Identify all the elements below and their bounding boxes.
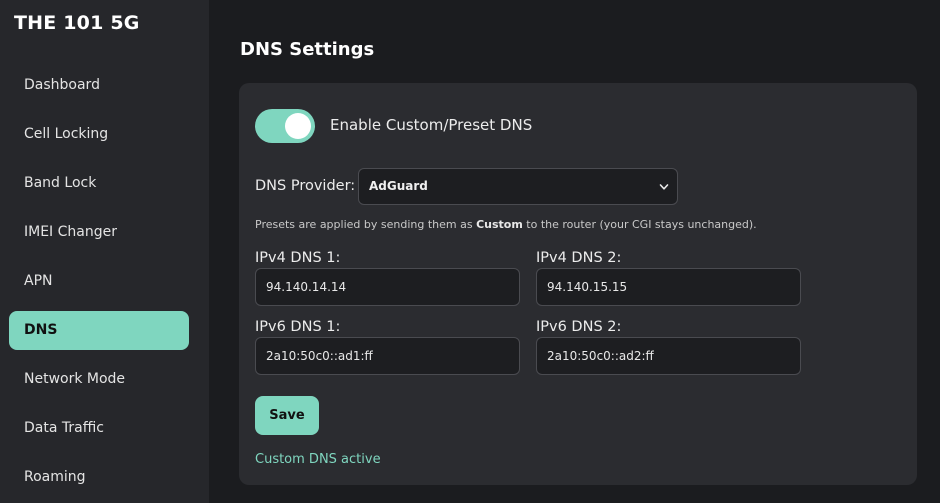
sidebar-item-dns[interactable]: DNS	[9, 311, 189, 350]
hint-prefix: Presets are applied by sending them as	[255, 218, 477, 231]
sidebar-item-cell-locking[interactable]: Cell Locking	[9, 115, 189, 154]
ipv6-dns-2-label: IPv6 DNS 2:	[536, 319, 622, 335]
sidebar-item-data-traffic[interactable]: Data Traffic	[9, 409, 189, 448]
ipv6-dns-2-input[interactable]	[536, 337, 801, 375]
ipv4-dns-2-label: IPv4 DNS 2:	[536, 250, 622, 266]
sidebar-item-dashboard[interactable]: Dashboard	[9, 66, 189, 105]
save-button[interactable]: Save	[255, 396, 319, 435]
ipv6-dns-1-label: IPv6 DNS 1:	[255, 319, 341, 335]
toggle-knob	[285, 113, 311, 139]
hint-suffix: to the router (your CGI stays unchanged)…	[522, 218, 757, 231]
ipv6-dns-1-input[interactable]	[255, 337, 520, 375]
hint-bold: Custom	[476, 218, 523, 231]
sidebar-item-roaming[interactable]: Roaming	[9, 458, 189, 497]
dns-settings-card: Enable Custom/Preset DNS DNS Provider: A…	[239, 83, 917, 485]
dns-provider-select[interactable]: AdGuard	[358, 168, 678, 205]
dns-status-text: Custom DNS active	[255, 452, 381, 467]
ipv4-dns-2-input[interactable]	[536, 268, 801, 306]
sidebar-item-apn[interactable]: APN	[9, 262, 189, 301]
sidebar-item-band-lock[interactable]: Band Lock	[9, 164, 189, 203]
enable-dns-label: Enable Custom/Preset DNS	[330, 116, 533, 134]
preset-hint: Presets are applied by sending them as C…	[255, 218, 757, 231]
brand-title: THE 101 5G	[14, 12, 140, 34]
sidebar-item-imei-changer[interactable]: IMEI Changer	[9, 213, 189, 252]
sidebar-item-network-mode[interactable]: Network Mode	[9, 360, 189, 399]
ipv4-dns-1-input[interactable]	[255, 268, 520, 306]
page-title: DNS Settings	[240, 39, 375, 60]
dns-provider-value: AdGuard	[369, 179, 428, 193]
chevron-down-icon	[659, 184, 669, 190]
sidebar: THE 101 5G Dashboard Cell Locking Band L…	[0, 0, 209, 503]
ipv4-dns-1-label: IPv4 DNS 1:	[255, 250, 341, 266]
dns-provider-label: DNS Provider:	[255, 178, 356, 194]
enable-dns-toggle[interactable]	[255, 109, 315, 143]
